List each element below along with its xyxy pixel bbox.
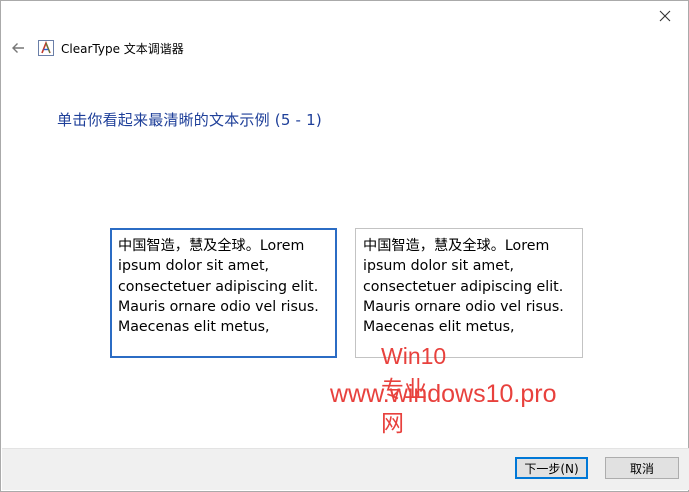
instruction-heading: 单击你看起来最清晰的文本示例 (5 - 1) — [57, 111, 322, 129]
wizard-header: ClearType 文本调谐器 — [1, 31, 688, 65]
cancel-button[interactable]: 取消 — [605, 457, 679, 479]
sample-line: Mauris ornare odio vel risus. — [118, 298, 319, 315]
cleartype-app-icon — [38, 40, 54, 56]
text-sample-2[interactable]: 中国智造，慧及全球。Lorem ipsum dolor sit amet, co… — [355, 228, 583, 358]
sample-line: consectetuer adipiscing elit. — [363, 278, 564, 295]
text-sample-1[interactable]: 中国智造，慧及全球。Lorem ipsum dolor sit amet, co… — [110, 228, 337, 358]
next-button[interactable]: 下一步(N) — [515, 457, 588, 479]
sample-line: ipsum dolor sit amet, — [118, 258, 270, 275]
close-icon — [659, 10, 671, 22]
close-button[interactable] — [642, 1, 688, 31]
sample-line: consectetuer adipiscing elit. — [118, 278, 319, 295]
cleartype-wizard-window: ClearType 文本调谐器 单击你看起来最清晰的文本示例 (5 - 1) 中… — [0, 0, 689, 492]
back-arrow-icon — [12, 43, 24, 53]
watermark-line-2: www.windows10.pro — [330, 380, 557, 408]
sample-line: 中国智造，慧及全球。Lorem — [363, 238, 550, 254]
back-button[interactable] — [3, 33, 33, 63]
button-bar: 下一步(N) 取消 — [2, 448, 689, 490]
sample-line: Maecenas elit metus, — [118, 319, 270, 336]
window-title: ClearType 文本调谐器 — [61, 41, 184, 56]
sample-line: Mauris ornare odio vel risus. — [363, 298, 564, 315]
sample-line: 中国智造，慧及全球。Lorem — [118, 238, 305, 254]
sample-line: Maecenas elit metus, — [363, 319, 515, 336]
sample-line: ipsum dolor sit amet, — [363, 258, 515, 275]
